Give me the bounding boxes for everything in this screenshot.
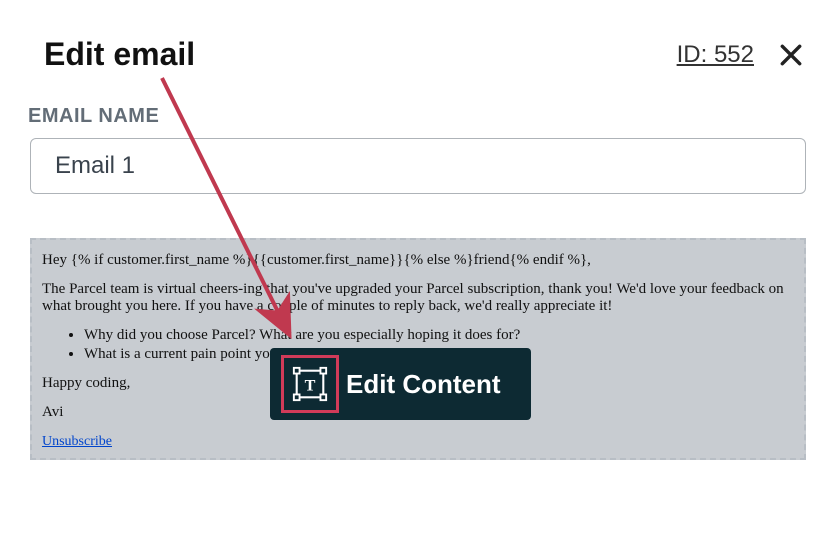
edit-content-icon-highlight: T bbox=[284, 358, 336, 410]
close-button[interactable] bbox=[776, 40, 806, 70]
edit-content-button[interactable]: T Edit Content bbox=[270, 348, 531, 420]
close-icon bbox=[778, 42, 804, 68]
email-name-input[interactable] bbox=[30, 138, 806, 194]
unsubscribe-link[interactable]: Unsubscribe bbox=[42, 434, 112, 449]
list-item: Why did you choose Parcel? What are you … bbox=[84, 327, 794, 344]
preview-greeting: Hey {% if customer.first_name %}{{custom… bbox=[42, 252, 794, 269]
email-name-label: EMAIL NAME bbox=[28, 105, 836, 128]
id-link[interactable]: ID: 552 bbox=[677, 41, 754, 69]
svg-text:T: T bbox=[305, 378, 316, 395]
page-title: Edit email bbox=[44, 36, 195, 73]
preview-body: The Parcel team is virtual cheers-ing th… bbox=[42, 281, 794, 315]
edit-text-frame-icon: T bbox=[291, 365, 329, 403]
edit-content-label: Edit Content bbox=[346, 369, 501, 400]
